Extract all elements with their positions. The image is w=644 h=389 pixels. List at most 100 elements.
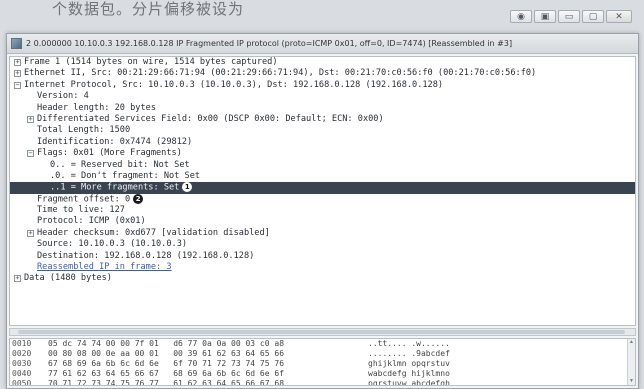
tree-row[interactable]: − Flags: 0x01 (More Fragments) — [10, 148, 635, 159]
tree-row-label: Protocol: ICMP (0x01) — [37, 216, 146, 227]
app-icon — [11, 38, 22, 49]
tree-row[interactable]: 0.. = Reserved bit: Not Set — [10, 160, 635, 171]
tree-row[interactable]: Reassembled IP in frame: 3 — [10, 262, 635, 273]
tree-row[interactable]: Version: 4 — [10, 91, 635, 102]
tree-row-label: Differentiated Services Field: 0x00 (DSC… — [37, 114, 384, 125]
tree-row-text: Differentiated Services Field: 0x00 (DSC… — [37, 113, 384, 124]
tree-row-text: .0. = Don't fragment: Not Set — [50, 170, 201, 181]
tree-row-label: 0.. = Reserved bit: Not Set — [50, 160, 190, 171]
tree-row-text: Frame 1 (1514 bytes on wire, 1514 bytes … — [24, 57, 278, 67]
hex-ascii: ..tt.... .w...... — [368, 339, 450, 348]
tree-row-text: Data (1480 bytes) — [24, 273, 112, 284]
hex-offset: 0050 — [12, 379, 32, 386]
hex-bytes: 05 dc 74 74 00 00 7f 01 d6 77 0a 0a 00 0… — [48, 339, 285, 348]
hex-ascii: pqrstuvw abcdefgh — [368, 379, 450, 386]
tree-row-label: Total Length: 1500 — [37, 125, 130, 136]
pin-icon[interactable]: ▣ — [534, 10, 556, 23]
expand-icon[interactable]: + — [14, 59, 21, 66]
hex-bytes: 67 68 69 6a 6b 6c 6d 6e 6f 70 71 72 73 7… — [48, 359, 285, 368]
expand-icon[interactable]: + — [27, 229, 34, 237]
expand-icon[interactable]: + — [14, 275, 21, 283]
close-button[interactable]: ✕ — [606, 10, 632, 23]
tree-row[interactable]: − Internet Protocol, Src: 10.10.0.3 (10.1… — [10, 80, 635, 91]
tree-row-label: Time to live: 127 — [37, 205, 125, 216]
tree-row-label: ..1 = More fragments: Set 1 — [50, 182, 193, 194]
tree-row-text: Flags: 0x01 (More Fragments) — [37, 148, 182, 159]
tree-row[interactable]: Source: 10.10.0.3 (10.10.0.3) — [10, 239, 635, 250]
maximize-button[interactable]: ▢ — [582, 10, 604, 23]
tree-row[interactable]: + Frame 1 (1514 bytes on wire, 1514 bytes… — [10, 57, 635, 68]
tree-row[interactable]: Fragment offset: 02 — [10, 193, 635, 206]
tree-row-text: Destination: 192.168.0.128 (192.168.0.12… — [37, 250, 255, 261]
tree-row[interactable]: ..1 = More fragments: Set 1 — [10, 182, 635, 194]
tree-row[interactable]: Time to live: 127 — [10, 205, 635, 216]
hex-offset: 0010 — [12, 339, 32, 348]
packet-bytes-pane[interactable]: 0010 05 dc 74 74 00 00 7f 01 d6 77 0a 0a … — [9, 338, 636, 386]
tree-row-label: Frame 1 (1514 bytes on wire, 1514 bytes … — [24, 57, 278, 68]
horizontal-scrollbar[interactable] — [9, 328, 636, 336]
reassembled-frame-link[interactable]: Reassembled IP in frame: 3 — [37, 262, 172, 273]
hex-ascii: ........ .9abcdef — [368, 349, 450, 358]
tree-row-text: Version: 4 — [37, 91, 89, 102]
collapse-icon[interactable]: − — [14, 81, 21, 89]
tree-row-label: .0. = Don't fragment: Not Set — [50, 171, 200, 182]
tree-row-text: Header length: 20 bytes — [37, 102, 156, 113]
packet-details-tree[interactable]: + Frame 1 (1514 bytes on wire, 1514 bytes… — [9, 56, 636, 326]
hex-row[interactable]: 0050 70 71 72 73 74 75 76 77 61 62 63 64 … — [10, 379, 635, 386]
tree-row-text: Fragment offset: 0 — [37, 194, 131, 205]
tree-row-label: Header checksum: 0xd677 [validation disa… — [37, 228, 270, 239]
tree-row[interactable]: Destination: 192.168.0.128 (192.168.0.12… — [10, 251, 635, 262]
tree-row-text: Reassembled IP in frame: 3 — [37, 262, 172, 273]
hex-row[interactable]: 0010 05 dc 74 74 00 00 7f 01 d6 77 0a 0a … — [10, 339, 635, 349]
collapse-icon[interactable]: − — [27, 150, 34, 158]
expand-icon[interactable]: + — [27, 115, 34, 123]
hex-row[interactable]: 0040 77 61 62 63 64 65 66 67 68 69 6a 6b … — [10, 369, 635, 379]
tree-row-label: Data (1480 bytes) — [24, 273, 112, 284]
tree-row[interactable]: .0. = Don't fragment: Not Set — [10, 171, 635, 182]
tree-row-label: Fragment offset: 02 — [37, 193, 144, 206]
hex-offset: 0020 — [12, 349, 32, 358]
hex-ascii: wabcdefg hijklmno — [368, 369, 450, 378]
hex-offset: 0030 — [12, 359, 32, 368]
tree-row-text: ..1 = More fragments: Set — [50, 182, 180, 193]
scroll-down-arrow-icon[interactable]: ▼ — [629, 379, 634, 384]
tree-row-label: Header length: 20 bytes — [37, 103, 156, 114]
scrollbar-thumb[interactable] — [18, 330, 625, 334]
tree-row[interactable]: + Ethernet II, Src: 00:21:29:66:71:94 (00… — [10, 68, 635, 79]
help-icon[interactable]: ◉ — [510, 10, 532, 23]
tree-row-text: 0.. = Reserved bit: Not Set — [50, 159, 190, 170]
tree-row-text: Header checksum: 0xd677 [validation disa… — [37, 227, 270, 238]
annotation-marker-2: 2 — [133, 193, 144, 204]
tree-row[interactable]: Total Length: 1500 — [10, 125, 635, 136]
hex-row[interactable]: 0020 00 80 08 00 0e aa 00 01 00 39 61 62 … — [10, 349, 635, 359]
minimize-button[interactable]: ▭ — [558, 10, 580, 23]
tree-row-text: Internet Protocol, Src: 10.10.0.3 (10.10… — [24, 79, 444, 90]
packet-details-window: ◉ ▣ ▭ ▢ ✕ 2 0.000000 10.10.0.3 192.168.0… — [6, 10, 639, 389]
expand-icon[interactable]: + — [14, 70, 21, 78]
window-controls: ◉ ▣ ▭ ▢ ✕ — [510, 10, 632, 23]
hex-row[interactable]: 0030 67 68 69 6a 6b 6c 6d 6e 6f 70 71 72 … — [10, 359, 635, 369]
hex-bytes: 70 71 72 73 74 75 76 77 61 62 63 64 65 6… — [48, 379, 285, 386]
scroll-up-arrow-icon[interactable]: ▲ — [629, 340, 634, 345]
page-caption: 个数据包。分片偏移被设为 — [52, 0, 245, 18]
tree-row-text: Source: 10.10.0.3 (10.10.0.3) — [37, 239, 188, 250]
tree-row[interactable]: + Header checksum: 0xd677 [validation dis… — [10, 228, 635, 239]
tree-row[interactable]: Header length: 20 bytes — [10, 103, 635, 114]
tree-row-label: Ethernet II, Src: 00:21:29:66:71:94 (00:… — [24, 68, 536, 79]
hex-bytes: 00 80 08 00 0e aa 00 01 00 39 61 62 63 6… — [48, 349, 285, 358]
tree-row-label: Destination: 192.168.0.128 (192.168.0.12… — [37, 251, 254, 262]
tree-row-text: Protocol: ICMP (0x01) — [37, 216, 146, 227]
vertical-scrollbar[interactable]: ▲ ▼ — [627, 339, 635, 385]
tree-row-text: Total Length: 1500 — [37, 125, 131, 136]
window-titlebar[interactable]: 2 0.000000 10.10.0.3 192.168.0.128 IP Fr… — [7, 34, 638, 54]
tree-row[interactable]: + Data (1480 bytes) — [10, 273, 635, 284]
tree-row-label: Internet Protocol, Src: 10.10.0.3 (10.10… — [24, 80, 443, 91]
tree-row-text: Identification: 0x7474 (29812) — [37, 136, 193, 147]
tree-row-text: Time to live: 127 — [37, 205, 125, 216]
tree-row[interactable]: Identification: 0x7474 (29812) — [10, 137, 635, 148]
tree-row-label: Flags: 0x01 (More Fragments) — [37, 148, 182, 159]
tree-row[interactable]: Protocol: ICMP (0x01) — [10, 216, 635, 227]
tree-row[interactable]: + Differentiated Services Field: 0x00 (DS… — [10, 114, 635, 125]
tree-row-label: Identification: 0x7474 (29812) — [37, 137, 192, 148]
hex-offset: 0040 — [12, 369, 32, 378]
